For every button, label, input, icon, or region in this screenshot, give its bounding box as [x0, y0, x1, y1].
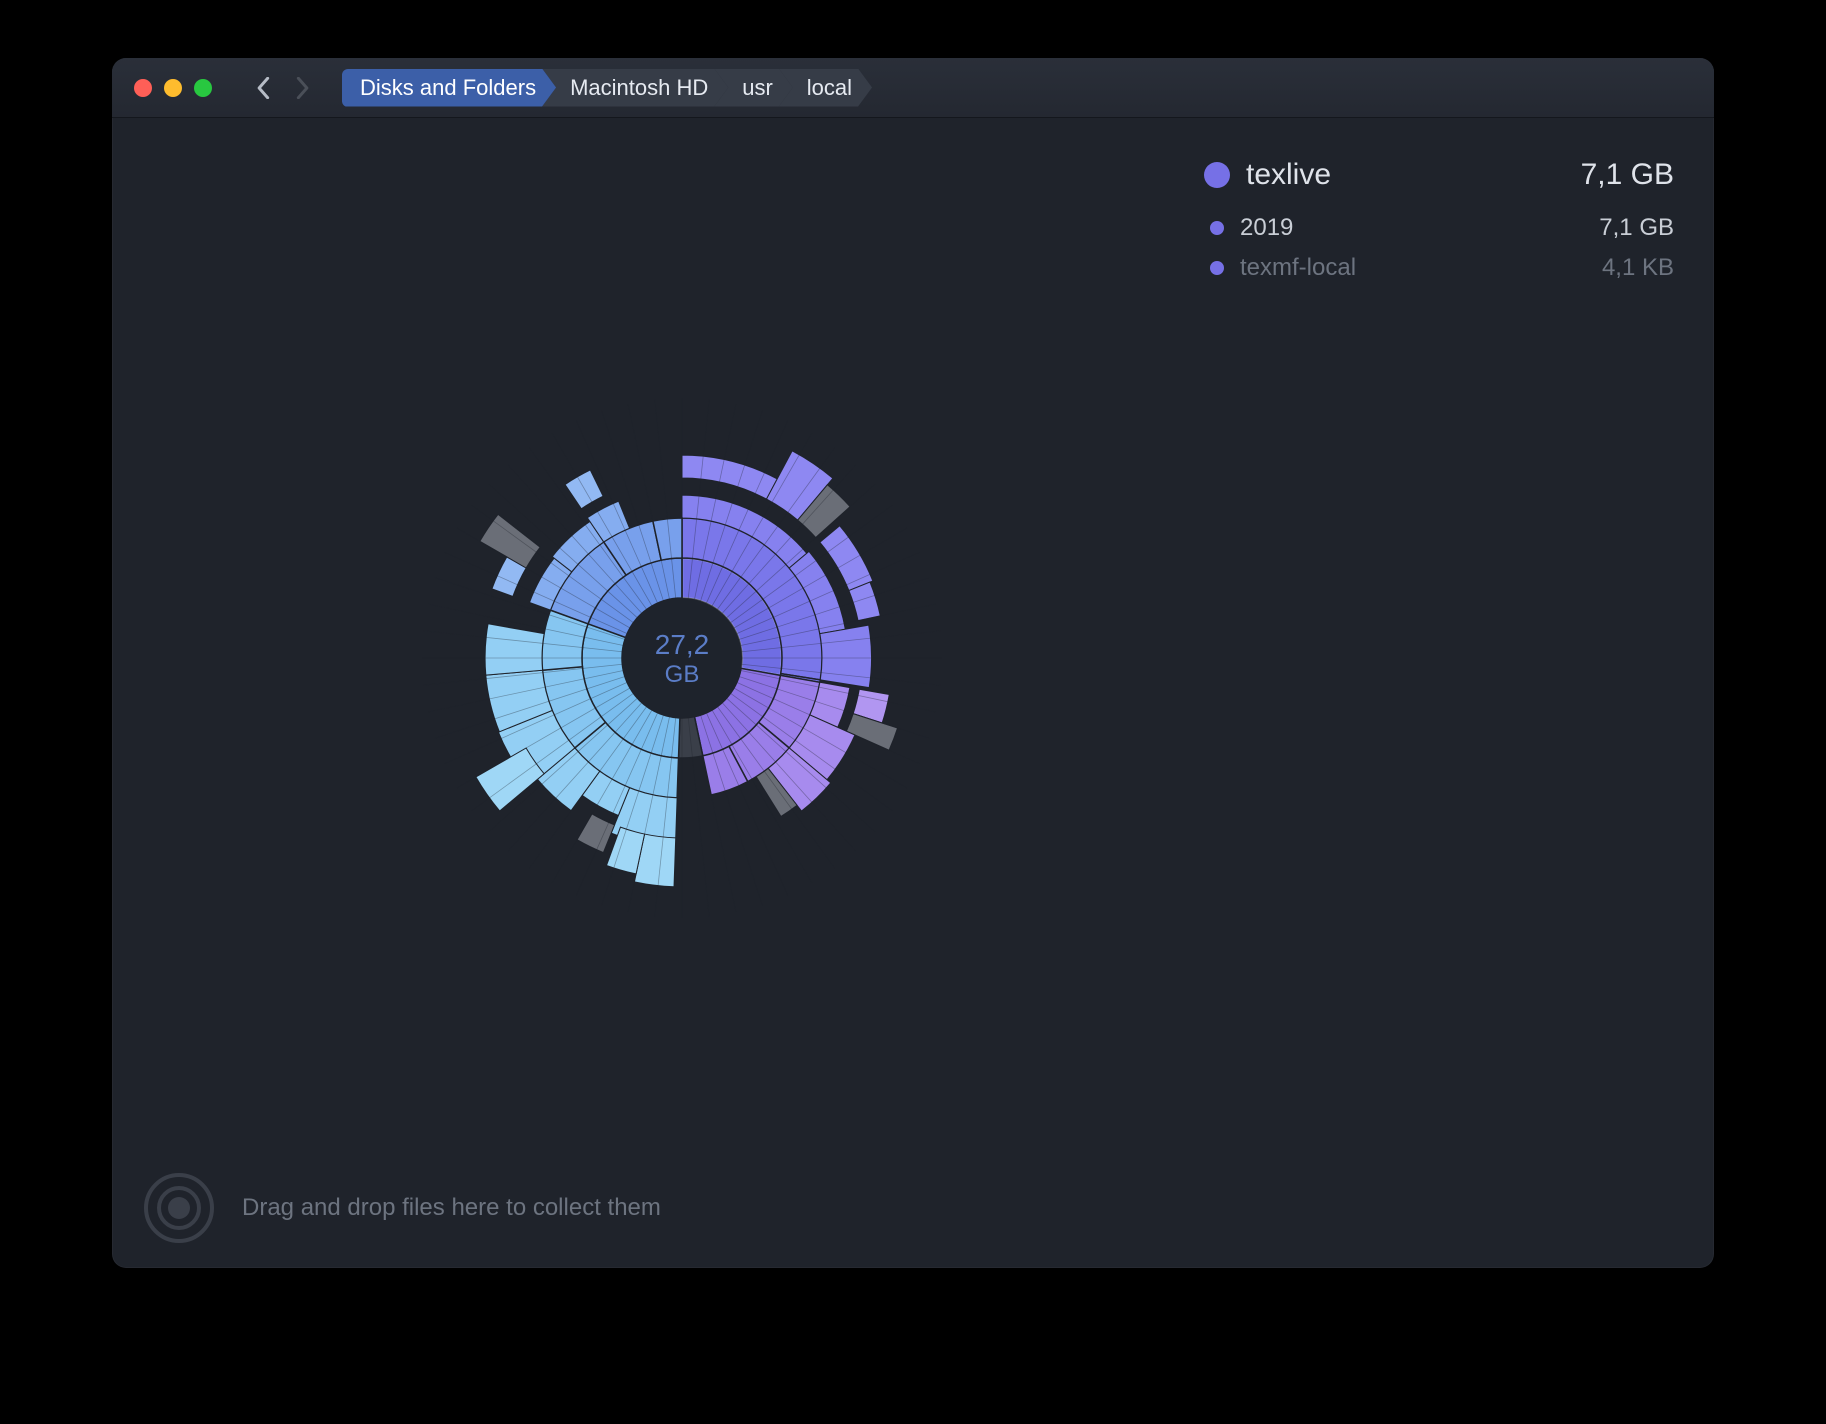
selection-children: 2019 7,1 GB texmf-local 4,1 KB [1204, 208, 1674, 288]
sunburst-segment[interactable] [577, 814, 614, 853]
selection-panel: texlive 7,1 GB 2019 7,1 GB texmf-local 4,1 … [1204, 118, 1714, 1268]
child-color-dot [1210, 261, 1224, 275]
forward-button[interactable] [286, 72, 318, 104]
sunburst-segment[interactable] [485, 624, 544, 675]
drop-zone[interactable]: Drag and drop files here to collect them [112, 1148, 1714, 1268]
child-color-dot [1210, 221, 1224, 235]
window-controls [134, 79, 212, 97]
close-window-button[interactable] [134, 79, 152, 97]
zoom-window-button[interactable] [194, 79, 212, 97]
child-name: 2019 [1240, 214, 1583, 242]
chart-zone: 27,2GB [112, 118, 1204, 1268]
child-size: 7,1 GB [1599, 214, 1674, 242]
selection-color-dot [1204, 162, 1230, 188]
selection-child-row[interactable]: texmf-local 4,1 KB [1204, 248, 1674, 288]
app-window: Disks and FoldersMacintosh HDusrlocal 27… [112, 58, 1714, 1268]
sunburst-segment[interactable] [820, 625, 872, 688]
breadcrumb-item[interactable]: Disks and Folders [342, 69, 556, 107]
child-name: texmf-local [1240, 254, 1586, 282]
selection-name: texlive [1246, 158, 1565, 192]
titlebar: Disks and FoldersMacintosh HDusrlocal [112, 58, 1714, 118]
sunburst-center-label: 27,2 [655, 629, 710, 660]
selection-size: 7,1 GB [1581, 158, 1674, 192]
sunburst-chart[interactable]: 27,2GB [292, 268, 1072, 1048]
minimize-window-button[interactable] [164, 79, 182, 97]
selection-child-row[interactable]: 2019 7,1 GB [1204, 208, 1674, 248]
nav-buttons [248, 72, 318, 104]
sunburst-segment[interactable] [565, 470, 603, 509]
drop-hint: Drag and drop files here to collect them [242, 1194, 661, 1222]
collect-icon [144, 1173, 214, 1243]
selection-title-row: texlive 7,1 GB [1204, 158, 1674, 192]
breadcrumbs: Disks and FoldersMacintosh HDusrlocal [342, 69, 872, 107]
back-button[interactable] [248, 72, 280, 104]
sunburst-center-label: GB [665, 661, 700, 688]
child-size: 4,1 KB [1602, 254, 1674, 282]
body: 27,2GB texlive 7,1 GB 2019 7,1 GB texmf-lo… [112, 118, 1714, 1268]
breadcrumb-item[interactable]: Macintosh HD [542, 69, 728, 107]
